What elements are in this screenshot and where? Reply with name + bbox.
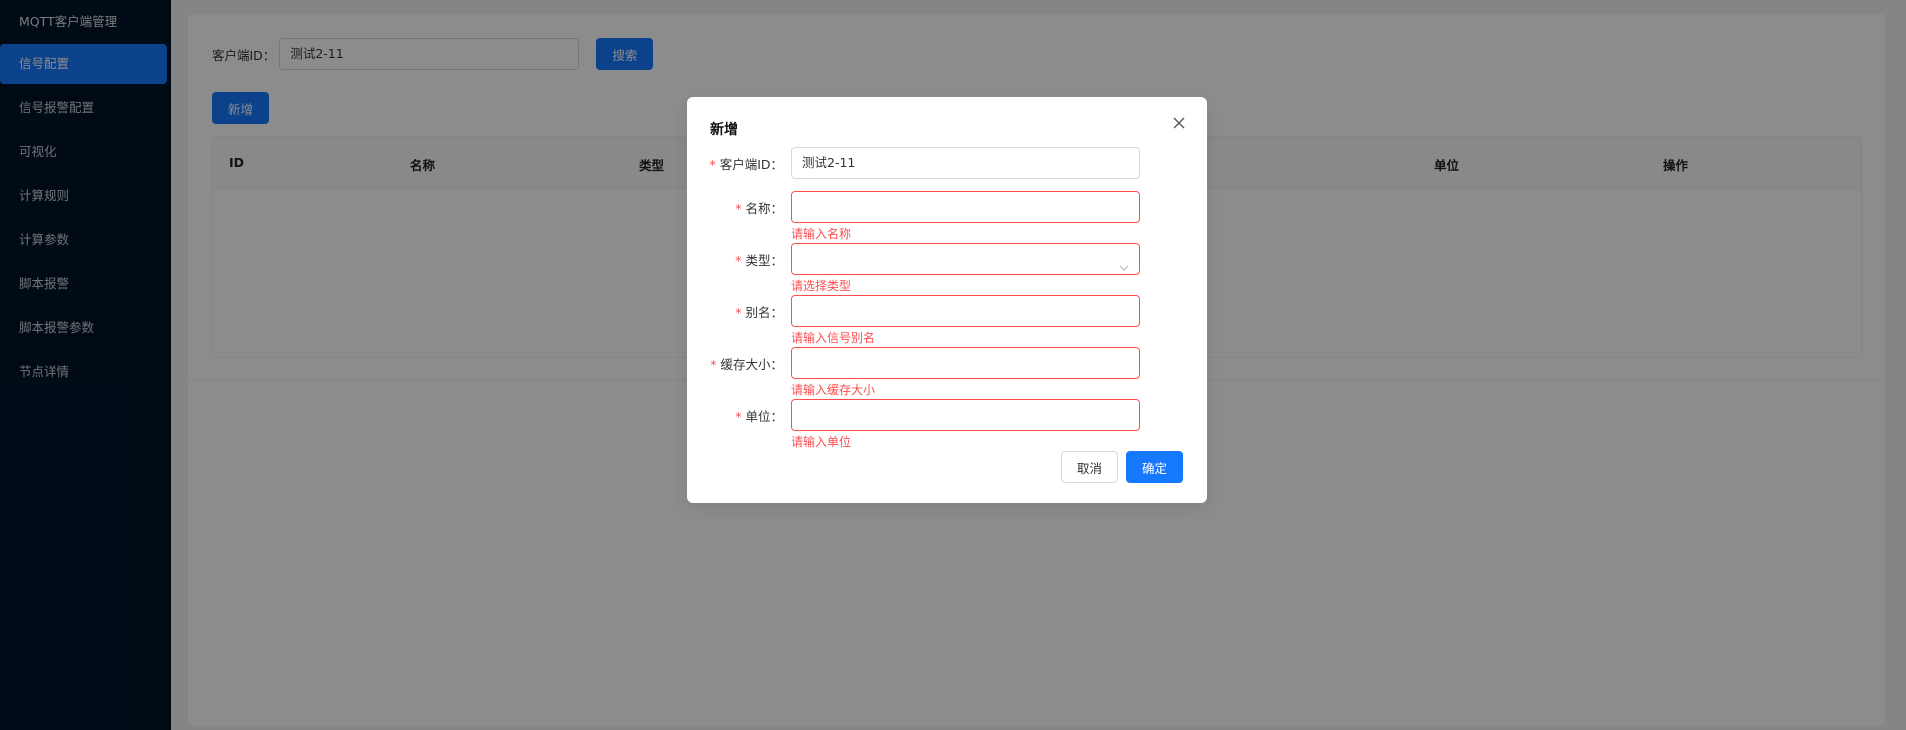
form-label-type: * 类型： (735, 253, 783, 268)
alias-field[interactable] (791, 295, 1140, 327)
alias-error: 请输入信号别名 (791, 331, 876, 345)
form-label-unit: * 单位： (735, 409, 783, 424)
unit-error: 请输入单位 (791, 435, 852, 449)
name-field[interactable] (791, 191, 1140, 223)
add-signal-modal: 新增 * 客户端ID： 测试2-11 * 名称： 请输入名称 * 类型： 请选择类型 … (687, 97, 1207, 503)
chevron-down-icon (1119, 254, 1129, 284)
name-error: 请输入名称 (791, 227, 852, 241)
modal-title: 新增 (710, 122, 738, 138)
cancel-button[interactable]: 取消 (1060, 451, 1118, 483)
close-icon[interactable] (1171, 115, 1187, 131)
required-mark: * (735, 201, 742, 216)
form-label-name: * 名称： (735, 201, 783, 216)
cache-size-field[interactable] (791, 347, 1140, 379)
type-error: 请选择类型 (791, 279, 852, 293)
client-id-field[interactable]: 测试2-11 (791, 147, 1140, 179)
required-mark: * (709, 157, 716, 172)
type-select[interactable] (791, 243, 1140, 275)
required-mark: * (735, 409, 742, 424)
required-mark: * (735, 305, 742, 320)
cache-size-error: 请输入缓存大小 (791, 383, 876, 397)
form-label-alias: * 别名： (735, 305, 783, 320)
confirm-button[interactable]: 确定 (1125, 451, 1183, 483)
form-label-client-id: * 客户端ID： (709, 157, 783, 172)
modal-footer: 取消 确定 (1060, 451, 1183, 483)
unit-field[interactable] (791, 399, 1140, 431)
form-label-cache-size: * 缓存大小： (710, 357, 783, 372)
required-mark: * (710, 357, 717, 372)
required-mark: * (735, 253, 742, 268)
